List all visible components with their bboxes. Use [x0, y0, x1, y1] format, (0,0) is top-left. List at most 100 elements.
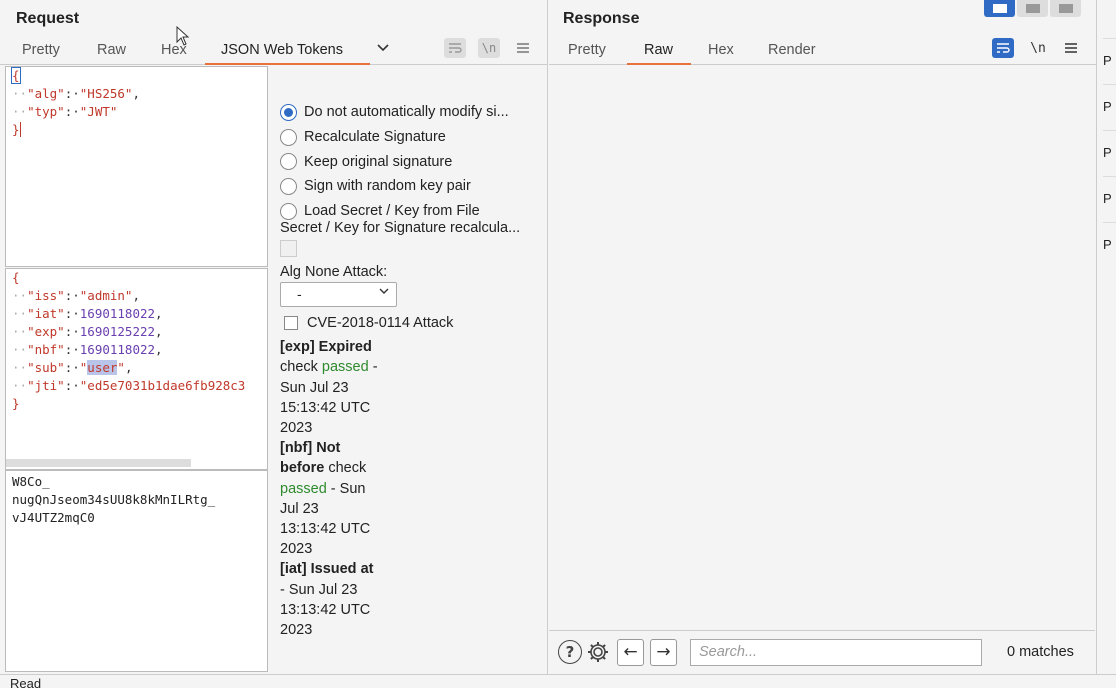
nbf-claim-title: [nbf] Not [280, 440, 341, 457]
cve-label: CVE-2018-0114 Attack [307, 314, 454, 331]
single-view-icon[interactable] [1050, 0, 1081, 17]
active-tab-indicator [627, 63, 691, 65]
nbf-passed: passed [280, 480, 327, 497]
tab-raw[interactable]: Raw [644, 42, 673, 58]
nbf-check-text: check [328, 460, 367, 477]
layout-switcher [984, 0, 1081, 17]
arrow-left-icon[interactable]: ← [617, 638, 644, 666]
chevron-down-icon[interactable] [376, 40, 390, 58]
radio-button[interactable] [280, 128, 297, 146]
exp-value: 1690125222 [79, 324, 156, 339]
exp-date: Sun Jul 23 [280, 379, 349, 396]
iat-time: 13:13:42 UTC [280, 601, 371, 618]
radio-label: Sign with random key pair [304, 178, 471, 195]
inspector-tab[interactable]: P [1103, 130, 1116, 176]
iat-value: 1690118022 [79, 306, 156, 321]
wrap-icon[interactable] [992, 38, 1014, 58]
exp-claim-title: [exp] Expired [280, 339, 372, 356]
iat-year: 2023 [280, 621, 313, 638]
horizontal-scrollbar[interactable] [6, 459, 191, 467]
inspector-tab[interactable]: P [1103, 222, 1116, 268]
search-bar: ? ← → 0 matches [549, 632, 1095, 672]
exp-time: 15:13:42 UTC [280, 399, 371, 416]
radio-label: Keep original signature [304, 153, 453, 170]
nbf-date: Jul 23 [280, 500, 319, 517]
alg-none-selected-value: - [297, 286, 302, 303]
menu-icon[interactable] [512, 38, 534, 58]
chevron-down-icon [378, 285, 390, 300]
alg-key: "alg" [27, 86, 65, 101]
alg-none-label: Alg None Attack: [280, 264, 388, 281]
active-tab-indicator [205, 63, 370, 65]
sub-key: "sub" [27, 360, 65, 375]
tab-pretty[interactable]: Pretty [568, 42, 606, 58]
inspector-tab[interactable]: P [1103, 84, 1116, 130]
radio-label: Do not automatically modify si... [304, 104, 509, 121]
cve-attack-checkbox-row[interactable]: CVE-2018-0114 Attack [280, 310, 542, 335]
wrap-icon[interactable] [444, 38, 466, 58]
response-body[interactable] [549, 66, 1095, 631]
sub-value-selected: user [87, 360, 118, 375]
newline-toggle-button[interactable]: \n [478, 38, 500, 58]
request-tabs: Pretty Raw Hex JSON Web Tokens \n [0, 38, 547, 65]
alg-none-select[interactable]: - [280, 282, 397, 308]
horizontal-view-icon[interactable] [1017, 0, 1048, 17]
alg-value: "HS256" [79, 86, 133, 101]
arrow-right-icon[interactable]: → [650, 638, 677, 666]
gear-icon[interactable] [585, 639, 611, 665]
radio-button[interactable] [280, 202, 297, 220]
jwt-header-editor[interactable]: { ··"alg":·"HS256", ··"typ":·"JWT" } [5, 66, 268, 267]
burp-repeater: Request Pretty Raw Hex JSON Web Tokens \… [0, 0, 1116, 688]
jwt-payload-editor[interactable]: { ··"iss":·"admin", ··"iat":·1690118022,… [5, 268, 268, 470]
exp-year: 2023 [280, 419, 313, 436]
search-input[interactable] [690, 638, 982, 666]
iss-value: "admin" [79, 288, 133, 303]
split-view-icon[interactable] [984, 0, 1015, 17]
radio-button[interactable] [280, 177, 297, 195]
cve-checkbox[interactable] [284, 315, 298, 330]
nbf-time: 13:13:42 UTC [280, 520, 371, 537]
newline-toggle-button[interactable]: \n [1027, 38, 1049, 58]
tab-raw[interactable]: Raw [97, 42, 126, 58]
iss-key: "iss" [27, 288, 65, 303]
inspector-tab[interactable]: P [1103, 176, 1116, 222]
menu-icon[interactable] [1060, 38, 1082, 58]
radio-random-key[interactable]: Sign with random key pair [280, 174, 542, 199]
request-title: Request [16, 10, 80, 27]
response-title: Response [563, 10, 640, 27]
mouse-cursor-icon [176, 26, 190, 46]
inspector-tab[interactable]: P [1103, 38, 1116, 84]
radio-keep-original[interactable]: Keep original signature [280, 149, 542, 174]
tab-json-web-tokens[interactable]: JSON Web Tokens [221, 42, 343, 58]
iat-key: "iat" [27, 306, 65, 321]
signature-line: W8Co_ [12, 474, 50, 489]
radio-label: Recalculate Signature [304, 129, 446, 146]
tab-pretty[interactable]: Pretty [22, 42, 60, 58]
exp-key: "exp" [27, 324, 65, 339]
radio-label: Load Secret / Key from File [304, 203, 480, 220]
radio-button[interactable] [280, 153, 297, 171]
status-bar: Read [0, 674, 1116, 688]
jwt-signature-editor[interactable]: W8Co_ nugQnJseom34sUU8k8kMnILRtg_ vJ4UTZ… [5, 470, 268, 672]
close-brace: } [12, 122, 20, 137]
radio-recalculate[interactable]: Recalculate Signature [280, 125, 542, 150]
response-panel: Response Pretty Raw Hex Render \n ? ← → … [549, 0, 1096, 688]
claims-validation: [exp] Expired check passed - Sun Jul 23 … [280, 337, 542, 640]
iat-claim-title: [iat] Issued at [280, 561, 374, 578]
iat-date: - Sun Jul 23 [280, 581, 358, 598]
exp-check-text: check [280, 359, 318, 376]
radio-button[interactable] [280, 103, 297, 121]
open-brace: { [11, 67, 21, 84]
typ-value: "JWT" [79, 104, 118, 119]
secret-key-input[interactable] [280, 240, 297, 258]
jti-key: "jti" [27, 378, 65, 393]
nbf-claim-title-2: before [280, 460, 325, 477]
jti-value: "ed5e7031b1dae6fb928c3 [79, 378, 246, 393]
request-panel: Request Pretty Raw Hex JSON Web Tokens \… [0, 0, 548, 688]
radio-no-modify[interactable]: Do not automatically modify si... [280, 100, 542, 125]
match-count: 0 matches [1007, 644, 1074, 660]
tab-render[interactable]: Render [768, 42, 816, 58]
tab-hex[interactable]: Hex [708, 42, 734, 58]
typ-key: "typ" [27, 104, 65, 119]
help-icon[interactable]: ? [558, 640, 582, 664]
